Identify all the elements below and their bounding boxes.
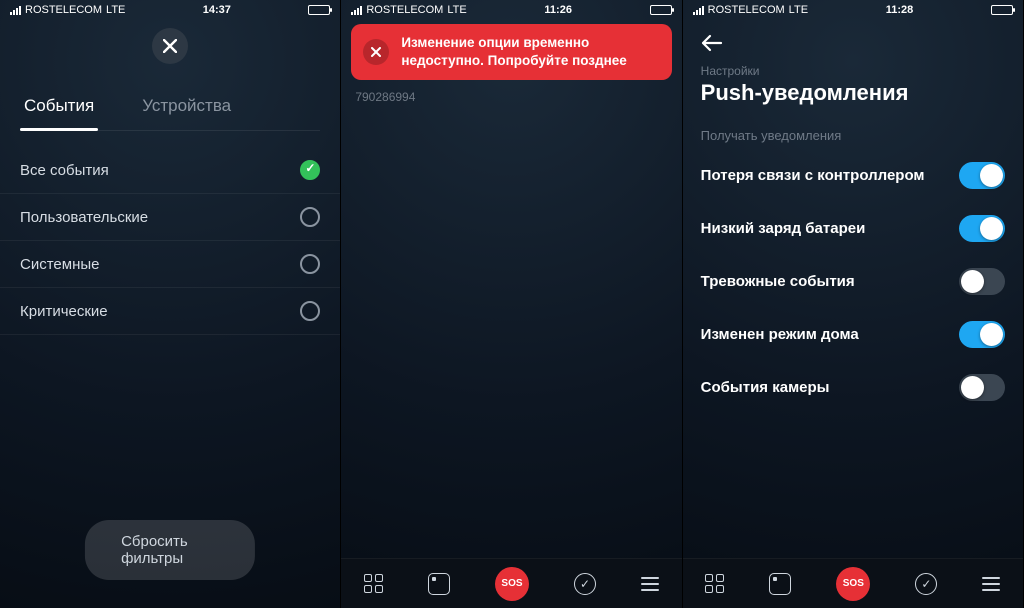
nav-device[interactable] [769,573,791,595]
radio-checked-icon [300,160,320,180]
toggle-list: Потеря связи с контроллером Низкий заряд… [683,149,1023,414]
nav-grid[interactable] [364,574,383,593]
breadcrumb: Настройки [701,64,1005,78]
battery-icon [991,5,1013,15]
filter-label: Критические [20,303,108,320]
toggle-label: Изменен режим дома [701,326,859,343]
toggle-row: Тревожные события [683,255,1023,308]
close-button[interactable] [152,28,188,64]
filter-row[interactable]: Системные [0,241,340,288]
signal-icon [351,6,362,15]
carrier-label: ROSTELECOM [708,4,785,16]
nav-schedule[interactable]: ✓ [915,573,937,595]
filter-label: Пользовательские [20,209,148,226]
clock: 14:37 [203,4,231,16]
filter-label: Все события [20,162,109,179]
bottom-nav: SOS ✓ [683,558,1023,608]
status-bar: ROSTELECOM LTE 11:28 [683,0,1023,18]
tab-devices[interactable]: Устройства [138,88,235,130]
screen-push-settings: ROSTELECOM LTE 11:28 Настройки Push-увед… [683,0,1024,608]
filter-row[interactable]: Пользовательские [0,194,340,241]
screen-error: ROSTELECOM LTE 11:26 Изменение опции вре… [341,0,682,608]
toggle-switch[interactable] [959,162,1005,189]
nav-menu[interactable] [641,577,659,591]
carrier-label: ROSTELECOM [25,4,102,16]
tab-bar: События Устройства [20,88,320,131]
bottom-nav: SOS ✓ [341,558,681,608]
dismiss-error-button[interactable] [363,39,389,65]
toggle-switch[interactable] [959,374,1005,401]
toggle-row: События камеры [683,361,1023,414]
page-title: Push-уведомления [701,80,1005,106]
radio-icon [300,207,320,227]
clock: 11:26 [544,4,572,16]
toggle-label: Низкий заряд батареи [701,220,866,237]
network-label: LTE [106,4,125,16]
filter-list: Все события Пользовательские Системные К… [0,147,340,335]
error-message: Изменение опции временно недоступно. Поп… [401,34,659,70]
close-icon [371,47,381,57]
toggle-label: Потеря связи с контроллером [701,167,925,184]
toggle-label: События камеры [701,379,830,396]
nav-menu[interactable] [982,577,1000,591]
nav-device[interactable] [428,573,450,595]
account-id: 790286994 [355,90,681,104]
toggle-label: Тревожные события [701,273,855,290]
signal-icon [10,6,21,15]
network-label: LTE [789,4,808,16]
reset-filters-button[interactable]: Сбросить фильтры [85,520,255,580]
error-banner: Изменение опции временно недоступно. Поп… [351,24,671,80]
close-icon [163,39,177,53]
signal-icon [693,6,704,15]
toggle-switch[interactable] [959,215,1005,242]
screen-filters: ROSTELECOM LTE 14:37 События Устройства … [0,0,341,608]
filter-row[interactable]: Критические [0,288,340,335]
toggle-row: Потеря связи с контроллером [683,149,1023,202]
sos-button[interactable]: SOS [836,567,870,601]
back-button[interactable] [701,32,1005,58]
toggle-switch[interactable] [959,268,1005,295]
carrier-label: ROSTELECOM [366,4,443,16]
filter-row[interactable]: Все события [0,147,340,194]
battery-icon [308,5,330,15]
nav-schedule[interactable]: ✓ [574,573,596,595]
network-label: LTE [447,4,466,16]
sos-button[interactable]: SOS [495,567,529,601]
toggle-row: Низкий заряд батареи [683,202,1023,255]
status-bar: ROSTELECOM LTE 11:26 [341,0,681,18]
battery-icon [650,5,672,15]
tab-events[interactable]: События [20,88,98,130]
radio-icon [300,301,320,321]
arrow-left-icon [701,34,723,52]
filter-label: Системные [20,256,99,273]
toggle-row: Изменен режим дома [683,308,1023,361]
radio-icon [300,254,320,274]
toggle-switch[interactable] [959,321,1005,348]
section-label: Получать уведомления [701,128,1005,143]
nav-grid[interactable] [705,574,724,593]
clock: 11:28 [886,4,914,16]
status-bar: ROSTELECOM LTE 14:37 [0,0,340,18]
